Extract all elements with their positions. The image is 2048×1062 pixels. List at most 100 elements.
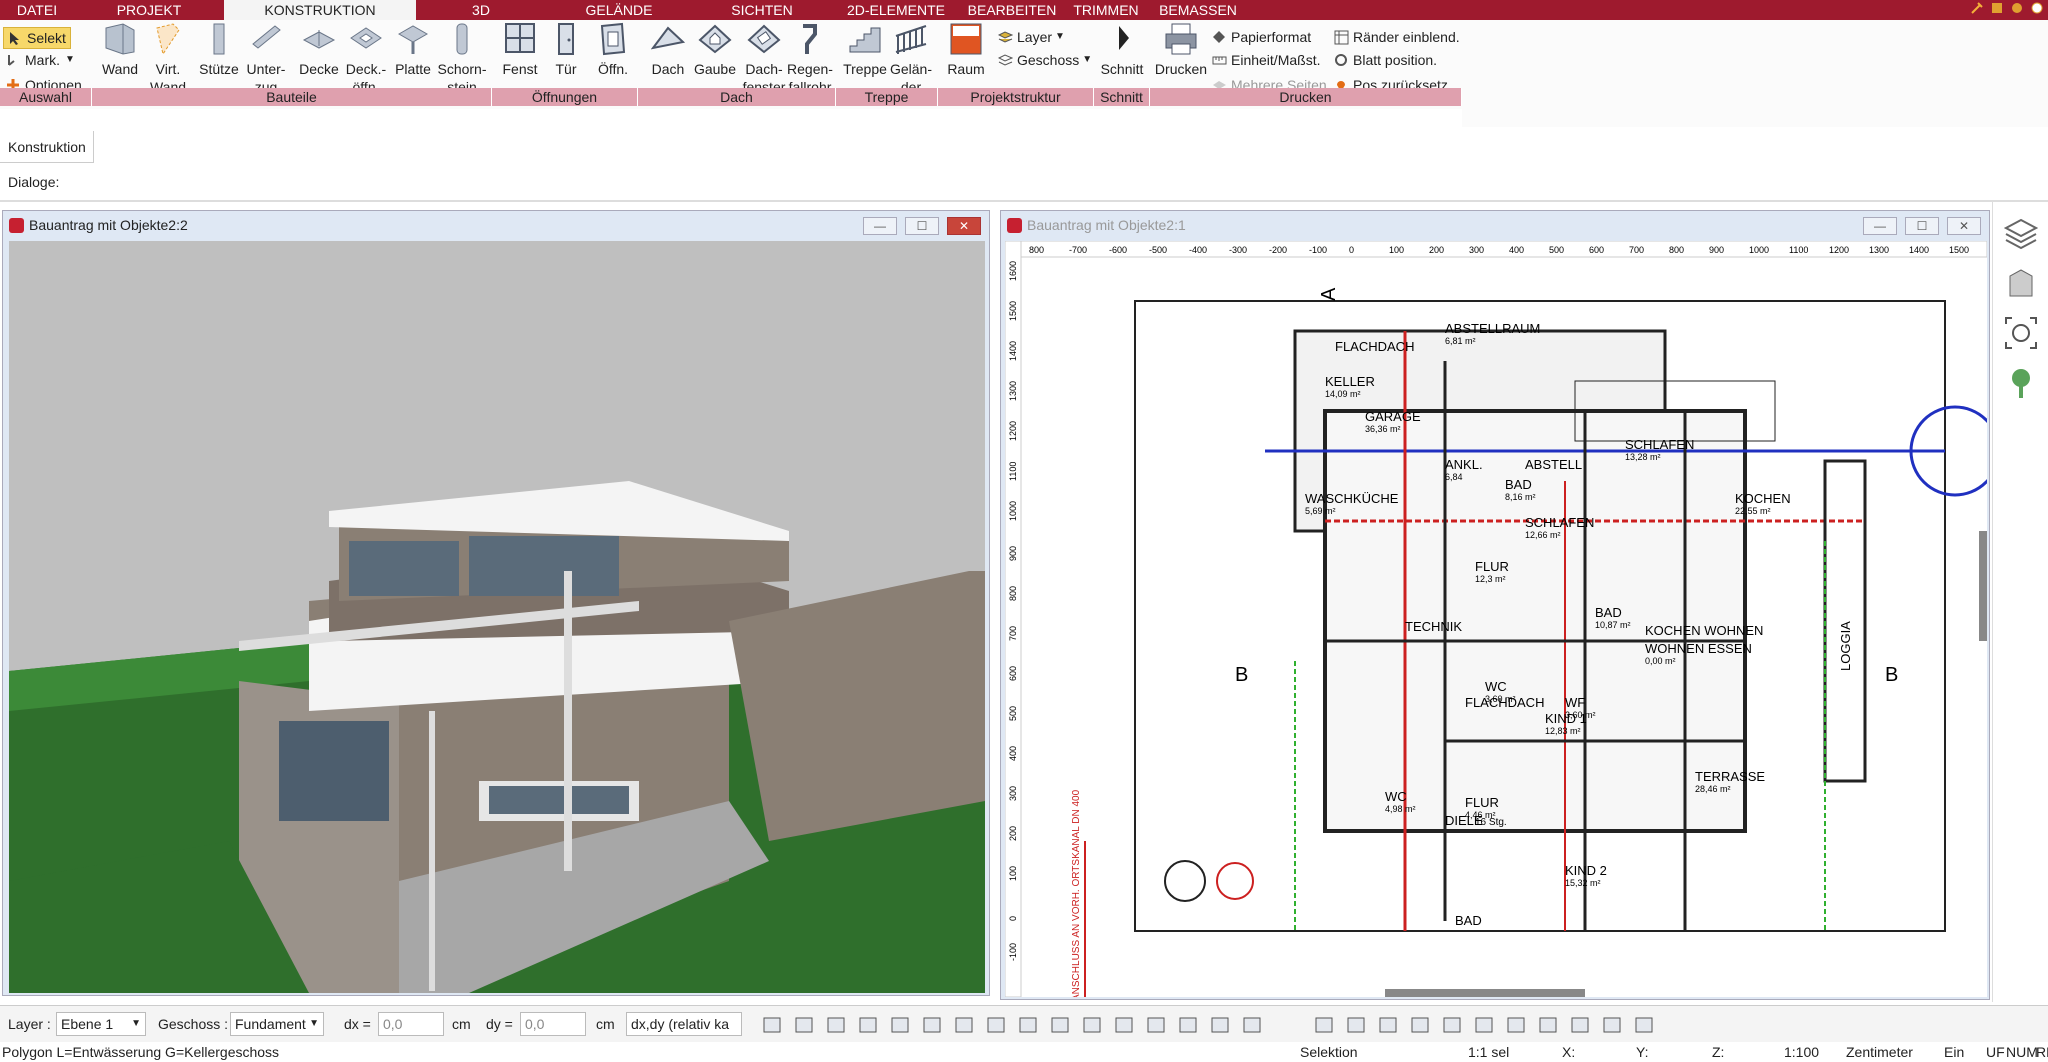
raender-button[interactable]: Ränder einblend. [1334, 27, 1460, 47]
window-icon [503, 22, 537, 56]
view2-icon[interactable] [1346, 1015, 1366, 1035]
maximize-button[interactable]: ☐ [1905, 217, 1939, 235]
building-icon[interactable] [2004, 266, 2038, 300]
save-icon[interactable] [1990, 1, 2004, 15]
gaube-button[interactable]: Gaube [692, 22, 738, 78]
view-3d-canvas[interactable] [9, 241, 985, 993]
select-frame-icon[interactable] [1018, 1015, 1038, 1035]
layer-combobox[interactable]: Ebene 1 ▼ [56, 1012, 146, 1036]
wand-button[interactable]: Wand [96, 22, 144, 78]
view5-icon[interactable] [1442, 1015, 1462, 1035]
tab-projekt[interactable]: PROJEKT [74, 0, 224, 20]
mode-combobox[interactable]: dx,dy (relativ ka [626, 1012, 742, 1036]
sel-text: 1:1 sel [1468, 1044, 1510, 1060]
hatch-icon[interactable] [762, 1015, 782, 1035]
paste-icon[interactable] [1082, 1015, 1102, 1035]
view9-icon[interactable] [1570, 1015, 1590, 1035]
fill-icon[interactable] [794, 1015, 814, 1035]
tab-3d[interactable]: 3D [416, 0, 546, 20]
gelaender-button[interactable]: Gelän- der [888, 22, 934, 96]
unterzug-button[interactable]: Unter- zug [242, 22, 290, 96]
view4-icon[interactable] [1410, 1015, 1430, 1035]
dach-button[interactable]: Dach [646, 22, 690, 78]
tab-sichten[interactable]: SICHTEN [692, 0, 832, 20]
menu-bar: DATEI PROJEKT KONSTRUKTION 3D GELÄNDE SI… [0, 0, 2048, 20]
oeffn-button[interactable]: Öffn. [590, 22, 636, 78]
zoom-fit-icon[interactable] [2004, 316, 2038, 350]
selekt-button[interactable]: Selekt [3, 27, 71, 49]
close-button[interactable]: ✕ [1947, 217, 1981, 235]
tab-datei[interactable]: DATEI [0, 0, 74, 20]
line-weight-icon[interactable] [858, 1015, 878, 1035]
dy-input[interactable]: 0,0 [520, 1012, 586, 1036]
plan-canvas[interactable]: 800 -700 -600 -500 -400 -300 -200 -100 0 100 200 30… [1005, 241, 1987, 997]
drucken-button[interactable]: Drucken [1154, 22, 1208, 78]
geschoss-combobox[interactable]: Fundament ▼ [230, 1012, 324, 1036]
view-3d-titlebar[interactable]: Bauantrag mit Objekte2:2 [3, 211, 989, 239]
stuetze-button[interactable]: Stütze [196, 22, 242, 78]
help-icon[interactable] [2030, 1, 2044, 15]
blatt-position-button[interactable]: Blatt position. [1334, 50, 1437, 70]
layers-icon[interactable] [1178, 1015, 1198, 1035]
regenfallrohr-button[interactable]: Regen- fallrohr [784, 22, 836, 96]
treppe-button[interactable]: Treppe [842, 22, 888, 78]
tab-2d-elemente[interactable]: 2D-ELEMENTE [832, 0, 960, 20]
view6-icon[interactable] [1474, 1015, 1494, 1035]
close-button[interactable]: ✕ [947, 217, 981, 235]
deckoeffn-button[interactable]: Deck.- öffn. [342, 22, 390, 96]
minimize-button[interactable]: — [1863, 217, 1897, 235]
text-icon[interactable] [922, 1015, 942, 1035]
ruler-y-tick: 1600 [1008, 261, 1018, 281]
virt-wand-button[interactable]: Virt. Wand [144, 22, 192, 96]
tab-bearbeiten[interactable]: BEARBEITEN [960, 0, 1064, 20]
settings-icon[interactable] [2010, 1, 2024, 15]
tab-gelaende[interactable]: GELÄNDE [546, 0, 692, 20]
plan-scrollbar-h[interactable] [1385, 989, 1585, 997]
dx-input[interactable]: 0,0 [378, 1012, 444, 1036]
tree-icon[interactable] [2004, 366, 2038, 400]
chevron-down-icon: ▼ [1082, 54, 1093, 65]
tab-bemassen[interactable]: BEMASSEN [1148, 0, 1248, 20]
tab-trimmen[interactable]: TRIMMEN [1064, 0, 1148, 20]
layer-button[interactable]: Layer ▼ [997, 27, 1065, 47]
papierformat-button[interactable]: Papierformat [1212, 27, 1311, 47]
tools-icon[interactable] [1970, 1, 1984, 15]
copy-icon[interactable] [1050, 1015, 1070, 1035]
platte-button[interactable]: Platte [390, 22, 436, 78]
more-icon[interactable] [1242, 1015, 1262, 1035]
view11-icon[interactable] [1634, 1015, 1654, 1035]
beam-icon [249, 22, 283, 56]
view-3d-window[interactable]: Bauantrag mit Objekte2:2 — ☐ ✕ [2, 210, 990, 996]
view3-icon[interactable] [1378, 1015, 1398, 1035]
maximize-button[interactable]: ☐ [905, 217, 939, 235]
wand-label: Wand [101, 61, 139, 77]
snap-icon[interactable] [1114, 1015, 1134, 1035]
decke-button[interactable]: Decke [296, 22, 342, 78]
dachfenster-button[interactable]: Dach- fenster [740, 22, 788, 96]
grid-icon[interactable] [1146, 1015, 1166, 1035]
dimension-icon[interactable] [890, 1015, 910, 1035]
mark-button[interactable]: Mark. ▼ [6, 50, 75, 70]
line-style-icon[interactable] [826, 1015, 846, 1035]
geschoss-button[interactable]: Geschoss ▼ [997, 50, 1093, 70]
raum-button[interactable]: Raum [944, 22, 988, 78]
view7-icon[interactable] [1506, 1015, 1526, 1035]
view10-icon[interactable] [1602, 1015, 1622, 1035]
tuer-button[interactable]: Tür [544, 22, 588, 78]
minimize-button[interactable]: — [863, 217, 897, 235]
north-icon[interactable] [1210, 1015, 1230, 1035]
view8-icon[interactable] [1538, 1015, 1558, 1035]
measure-icon[interactable] [954, 1015, 974, 1035]
fenst-button[interactable]: Fenst [496, 22, 544, 78]
plan-scrollbar-v[interactable] [1979, 531, 1987, 641]
einheit-button[interactable]: Einheit/Maßst. [1212, 50, 1320, 70]
konstruktion-panel-tab[interactable]: Konstruktion [0, 131, 94, 163]
layers-icon[interactable] [2003, 216, 2038, 250]
view1-icon[interactable] [1314, 1015, 1334, 1035]
plan-titlebar[interactable]: Bauantrag mit Objekte2:1 [1001, 211, 1989, 239]
plan-window[interactable]: Bauantrag mit Objekte2:1 — ☐ ✕ 800 -700 -6… [1000, 210, 1990, 1000]
tab-konstruktion[interactable]: KONSTRUKTION [224, 0, 416, 20]
frame-icon[interactable] [986, 1015, 1006, 1035]
schnitt-button[interactable]: Schnitt [1098, 22, 1146, 78]
schornstein-button[interactable]: Schorn- stein [436, 22, 488, 96]
